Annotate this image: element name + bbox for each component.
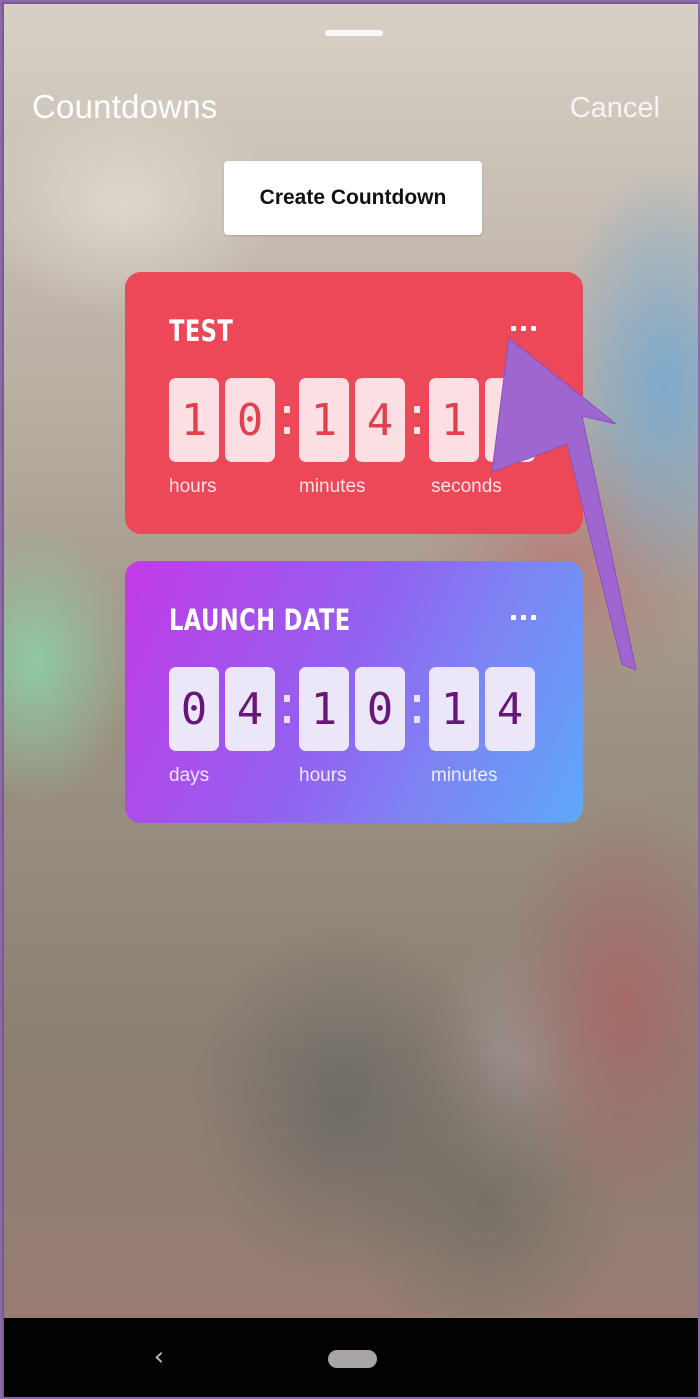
digit-tile: 4 (355, 378, 405, 462)
colon-separator (405, 695, 429, 723)
digit-tile: 0 (225, 378, 275, 462)
device-frame: Countdowns Cancel Create Countdown TEST … (0, 0, 700, 1399)
digit-tile (485, 378, 535, 462)
countdown-card-test[interactable]: TEST 1 0 1 4 1 hours minutes seconds (125, 272, 583, 534)
colon-separator (275, 406, 299, 434)
more-options-button[interactable] (503, 603, 543, 631)
unit-label: days (169, 765, 210, 786)
create-countdown-button[interactable]: Create Countdown (224, 161, 482, 235)
more-options-button[interactable] (503, 314, 543, 342)
unit-labels: days hours minutes (169, 765, 569, 789)
digit-tile: 4 (225, 667, 275, 751)
digit-tile: 1 (429, 378, 479, 462)
more-horizontal-icon-dot (530, 614, 536, 620)
digit-tile: 1 (429, 667, 479, 751)
digit-tile: 1 (299, 667, 349, 751)
digit-tile: 4 (485, 667, 535, 751)
digit-tile: 1 (169, 378, 219, 462)
unit-label: minutes (299, 476, 366, 497)
countdown-title: LAUNCH DATE (169, 603, 351, 637)
countdown-title: TEST (169, 314, 234, 348)
colon-separator (275, 695, 299, 723)
system-nav-bar: ‹ (4, 1318, 698, 1397)
more-horizontal-icon-dot (530, 325, 536, 331)
more-horizontal-icon-dot (520, 614, 526, 620)
countdown-digits: 0 4 1 0 1 4 (169, 667, 535, 751)
back-icon[interactable]: ‹ (144, 1342, 174, 1372)
more-horizontal-icon-dot (520, 325, 526, 331)
home-pill-icon[interactable] (328, 1350, 377, 1368)
colon-separator (405, 406, 429, 434)
page-title: Countdowns (32, 88, 218, 125)
unit-label: hours (169, 476, 217, 497)
drag-handle[interactable] (325, 30, 383, 36)
digit-tile: 1 (299, 378, 349, 462)
digit-tile: 0 (355, 667, 405, 751)
unit-label: minutes (431, 765, 498, 786)
countdown-card-launch-date[interactable]: LAUNCH DATE 0 4 1 0 1 4 days hours minut… (125, 561, 583, 823)
unit-label: hours (299, 765, 347, 786)
cancel-button[interactable]: Cancel (570, 92, 660, 125)
unit-labels: hours minutes seconds (169, 476, 569, 500)
digit-tile: 0 (169, 667, 219, 751)
unit-label: seconds (431, 476, 502, 497)
more-horizontal-icon-dot (510, 325, 516, 331)
countdown-digits: 1 0 1 4 1 (169, 378, 535, 462)
more-horizontal-icon-dot (510, 614, 516, 620)
countdowns-sheet: Countdowns Cancel Create Countdown TEST … (4, 4, 698, 1318)
